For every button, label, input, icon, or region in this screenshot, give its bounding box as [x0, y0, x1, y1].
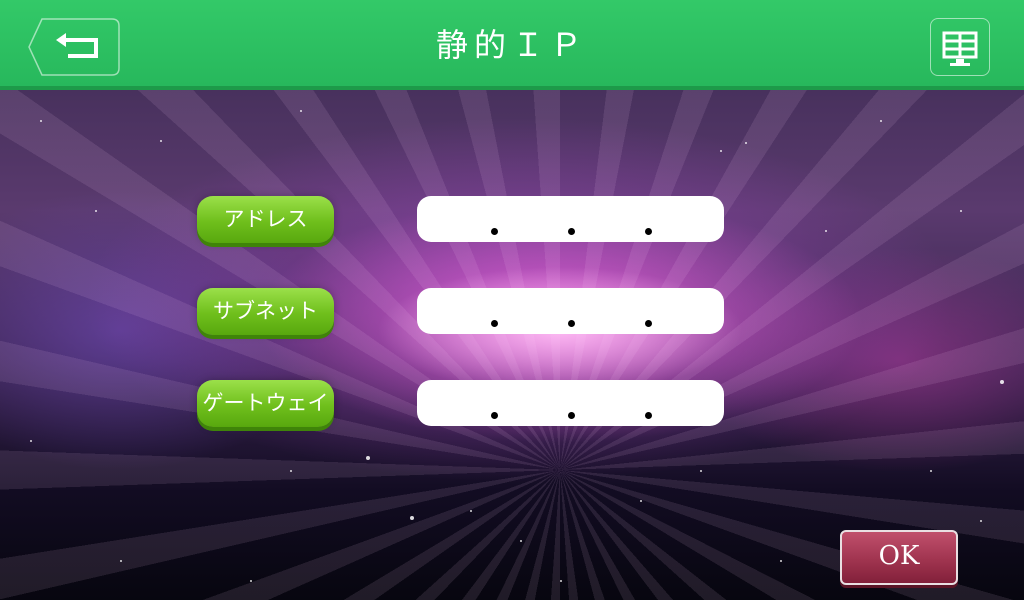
gateway-label-button[interactable]: ゲートウェイ	[197, 380, 334, 427]
screen: 静的ＩＰ アドレス サブネット ゲートウェイ OK	[0, 0, 1024, 600]
star	[366, 456, 370, 460]
subnet-label-button[interactable]: サブネット	[197, 288, 334, 335]
star	[930, 470, 932, 472]
ip-separator-dot	[491, 412, 498, 419]
address-label-button[interactable]: アドレス	[197, 196, 334, 243]
star	[960, 210, 962, 212]
star	[40, 120, 42, 122]
star	[745, 142, 747, 144]
ip-separator-dot	[568, 412, 575, 419]
grid-monitor-icon	[942, 31, 978, 66]
star	[520, 540, 522, 542]
page-title: 静的ＩＰ	[435, 26, 588, 64]
star	[560, 580, 562, 582]
star	[250, 580, 252, 582]
star	[120, 560, 122, 562]
header-bar: 静的ＩＰ	[0, 0, 1024, 90]
star	[30, 440, 32, 442]
star	[880, 120, 882, 122]
star	[160, 140, 162, 142]
star	[300, 110, 302, 112]
ip-separator-dot	[568, 320, 575, 327]
star	[700, 470, 702, 472]
ip-separator-dot	[645, 412, 652, 419]
ip-separator-dot	[491, 320, 498, 327]
star	[825, 230, 827, 232]
star	[980, 520, 982, 522]
star	[95, 210, 97, 212]
ip-separator-dot	[568, 228, 575, 235]
gateway-input[interactable]	[417, 380, 724, 426]
back-button[interactable]	[28, 18, 120, 76]
ok-button[interactable]: OK	[840, 530, 958, 585]
ip-separator-dot	[491, 228, 498, 235]
address-input[interactable]	[417, 196, 724, 242]
star	[410, 516, 414, 520]
star	[470, 510, 472, 512]
star	[290, 470, 292, 472]
menu-button[interactable]	[930, 18, 990, 76]
star	[1000, 380, 1004, 384]
star	[640, 500, 642, 502]
back-arrow-icon	[28, 18, 120, 76]
star	[720, 150, 722, 152]
star	[780, 560, 782, 562]
ip-separator-dot	[645, 320, 652, 327]
subnet-input[interactable]	[417, 288, 724, 334]
ip-separator-dot	[645, 228, 652, 235]
